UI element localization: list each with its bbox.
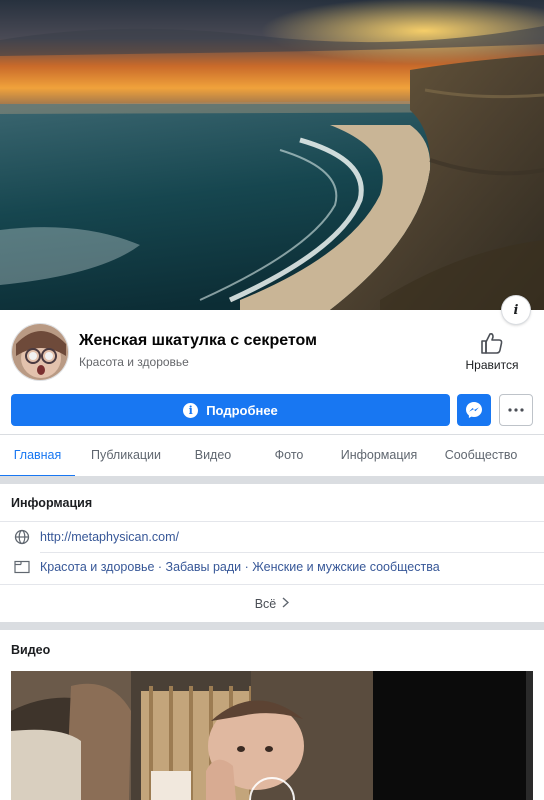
more-info-button[interactable]: i Подробнее <box>11 394 450 426</box>
video-preview-image <box>11 671 533 800</box>
ellipsis-icon <box>508 408 524 412</box>
page-category[interactable]: Красота и здоровье <box>79 355 189 369</box>
categories-row: Красота и здоровье · Забавы ради · Женск… <box>0 552 544 582</box>
section-divider <box>0 622 544 630</box>
folder-icon <box>0 560 40 574</box>
avatar-image <box>12 324 68 380</box>
messenger-button[interactable] <box>457 394 491 426</box>
section-divider <box>0 476 544 484</box>
cover-info-button[interactable]: i <box>502 296 530 324</box>
tab-photos[interactable]: Фото <box>258 435 320 477</box>
see-all-button[interactable]: Всё <box>0 584 544 622</box>
page-title: Женская шкатулка с секретом <box>79 332 317 349</box>
tab-home[interactable]: Главная <box>0 435 75 477</box>
page-header: Женская шкатулка с секретом Красота и зд… <box>0 310 544 386</box>
page-tabs: Главная Публикации Видео Фото Информация… <box>0 434 544 477</box>
tab-community[interactable]: Сообщество <box>436 435 526 477</box>
categories-links[interactable]: Красота и здоровье · Забавы ради · Женск… <box>40 560 440 574</box>
video-section-title: Видео <box>11 643 51 657</box>
chevron-right-icon <box>282 596 290 611</box>
info-icon: i <box>183 402 199 418</box>
info-section-title: Информация <box>11 496 93 510</box>
tab-posts[interactable]: Публикации <box>80 435 172 477</box>
website-link[interactable]: http://metaphysican.com/ <box>40 530 179 544</box>
website-row[interactable]: http://metaphysican.com/ <box>0 522 544 552</box>
thumbs-up-icon <box>481 333 503 354</box>
more-options-button[interactable] <box>499 394 533 426</box>
globe-icon <box>0 529 40 545</box>
more-info-label: Подробнее <box>206 402 278 418</box>
cover-photo[interactable] <box>0 0 544 310</box>
tab-videos[interactable]: Видео <box>180 435 246 477</box>
video-thumbnail[interactable] <box>11 671 533 800</box>
page-avatar[interactable] <box>11 323 69 381</box>
cover-image <box>0 0 544 310</box>
tab-about[interactable]: Информация <box>330 435 428 477</box>
see-all-label: Всё <box>254 596 277 611</box>
like-label: Нравится <box>465 358 519 372</box>
messenger-icon <box>466 402 482 418</box>
like-button[interactable]: Нравится <box>462 332 522 372</box>
